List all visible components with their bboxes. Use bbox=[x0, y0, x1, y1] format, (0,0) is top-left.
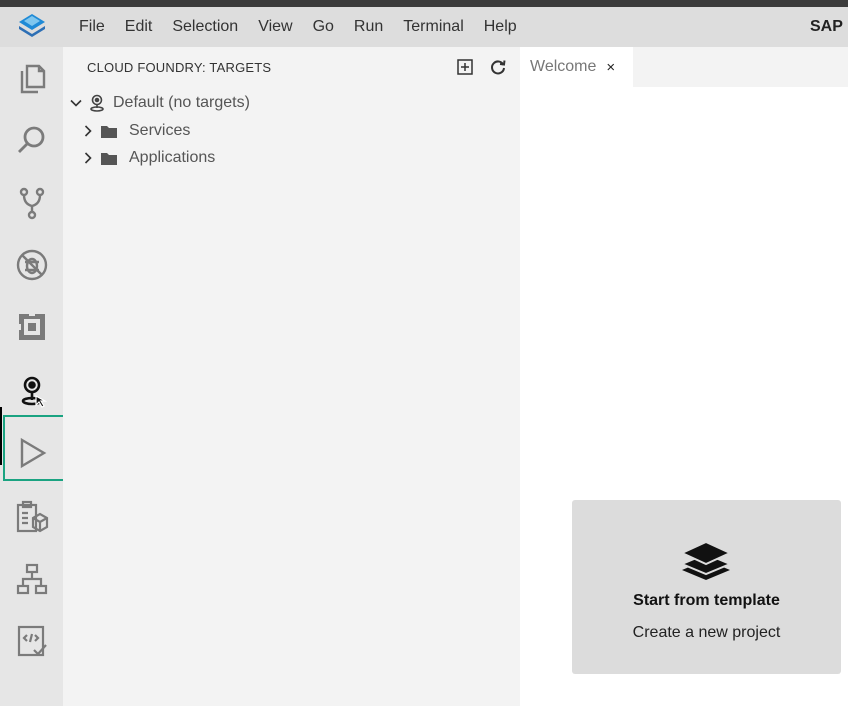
cloud-foundry-targets-icon[interactable] bbox=[0, 363, 63, 419]
tree-item-label: Services bbox=[129, 122, 191, 139]
tree-root-default[interactable]: Default (no targets) bbox=[69, 91, 250, 115]
folder-icon bbox=[101, 152, 117, 165]
folder-icon bbox=[101, 125, 117, 138]
hierarchy-icon[interactable] bbox=[0, 551, 63, 607]
search-icon[interactable] bbox=[0, 113, 63, 169]
explorer-icon[interactable] bbox=[0, 51, 63, 107]
source-control-icon[interactable] bbox=[0, 175, 63, 231]
active-indicator bbox=[0, 407, 2, 465]
card-title: Start from template bbox=[633, 592, 780, 609]
editor-tab-bar: Welcome × bbox=[520, 47, 848, 87]
tree-item-services[interactable]: Services bbox=[81, 119, 190, 143]
chevron-right-icon[interactable] bbox=[81, 124, 95, 138]
menu-edit[interactable]: Edit bbox=[115, 7, 163, 47]
chevron-right-icon[interactable] bbox=[81, 151, 95, 165]
refresh-icon[interactable] bbox=[488, 57, 508, 77]
menu-terminal[interactable]: Terminal bbox=[393, 7, 473, 47]
code-check-icon[interactable] bbox=[0, 613, 63, 669]
extensions-icon[interactable] bbox=[0, 299, 63, 355]
activity-bar bbox=[0, 47, 73, 706]
close-icon[interactable]: × bbox=[606, 59, 615, 76]
add-target-icon[interactable] bbox=[455, 57, 475, 77]
tab-label: Welcome bbox=[530, 58, 597, 75]
menu-view[interactable]: View bbox=[248, 7, 302, 47]
sidebar-title: CLOUD FOUNDRY: TARGETS bbox=[87, 60, 272, 75]
chevron-down-icon[interactable] bbox=[69, 96, 83, 110]
menu-file[interactable]: File bbox=[64, 7, 115, 47]
app-logo-icon[interactable] bbox=[0, 7, 64, 47]
task-explorer-icon[interactable] bbox=[0, 489, 63, 545]
start-from-template-card[interactable]: Start from template Create a new project bbox=[572, 500, 841, 674]
menu-bar: File Edit Selection View Go Run Terminal… bbox=[0, 7, 848, 47]
card-subtitle: Create a new project bbox=[632, 624, 781, 641]
sidebar-panel: CLOUD FOUNDRY: TARGETS Default (no targe… bbox=[63, 47, 520, 706]
debug-icon[interactable] bbox=[0, 237, 63, 293]
tab-welcome[interactable]: Welcome × bbox=[520, 47, 633, 87]
tree-root-label: Default (no targets) bbox=[113, 94, 250, 111]
tree-item-applications[interactable]: Applications bbox=[81, 146, 215, 170]
menu-help[interactable]: Help bbox=[474, 7, 527, 47]
menu-run[interactable]: Run bbox=[344, 7, 393, 47]
menu-go[interactable]: Go bbox=[303, 7, 344, 47]
layers-icon bbox=[680, 540, 732, 580]
tree-item-label: Applications bbox=[129, 149, 216, 166]
brand-label: SAP bbox=[810, 18, 843, 35]
target-icon bbox=[89, 94, 105, 112]
window-top-strip bbox=[0, 0, 848, 7]
menu-selection[interactable]: Selection bbox=[162, 7, 248, 47]
